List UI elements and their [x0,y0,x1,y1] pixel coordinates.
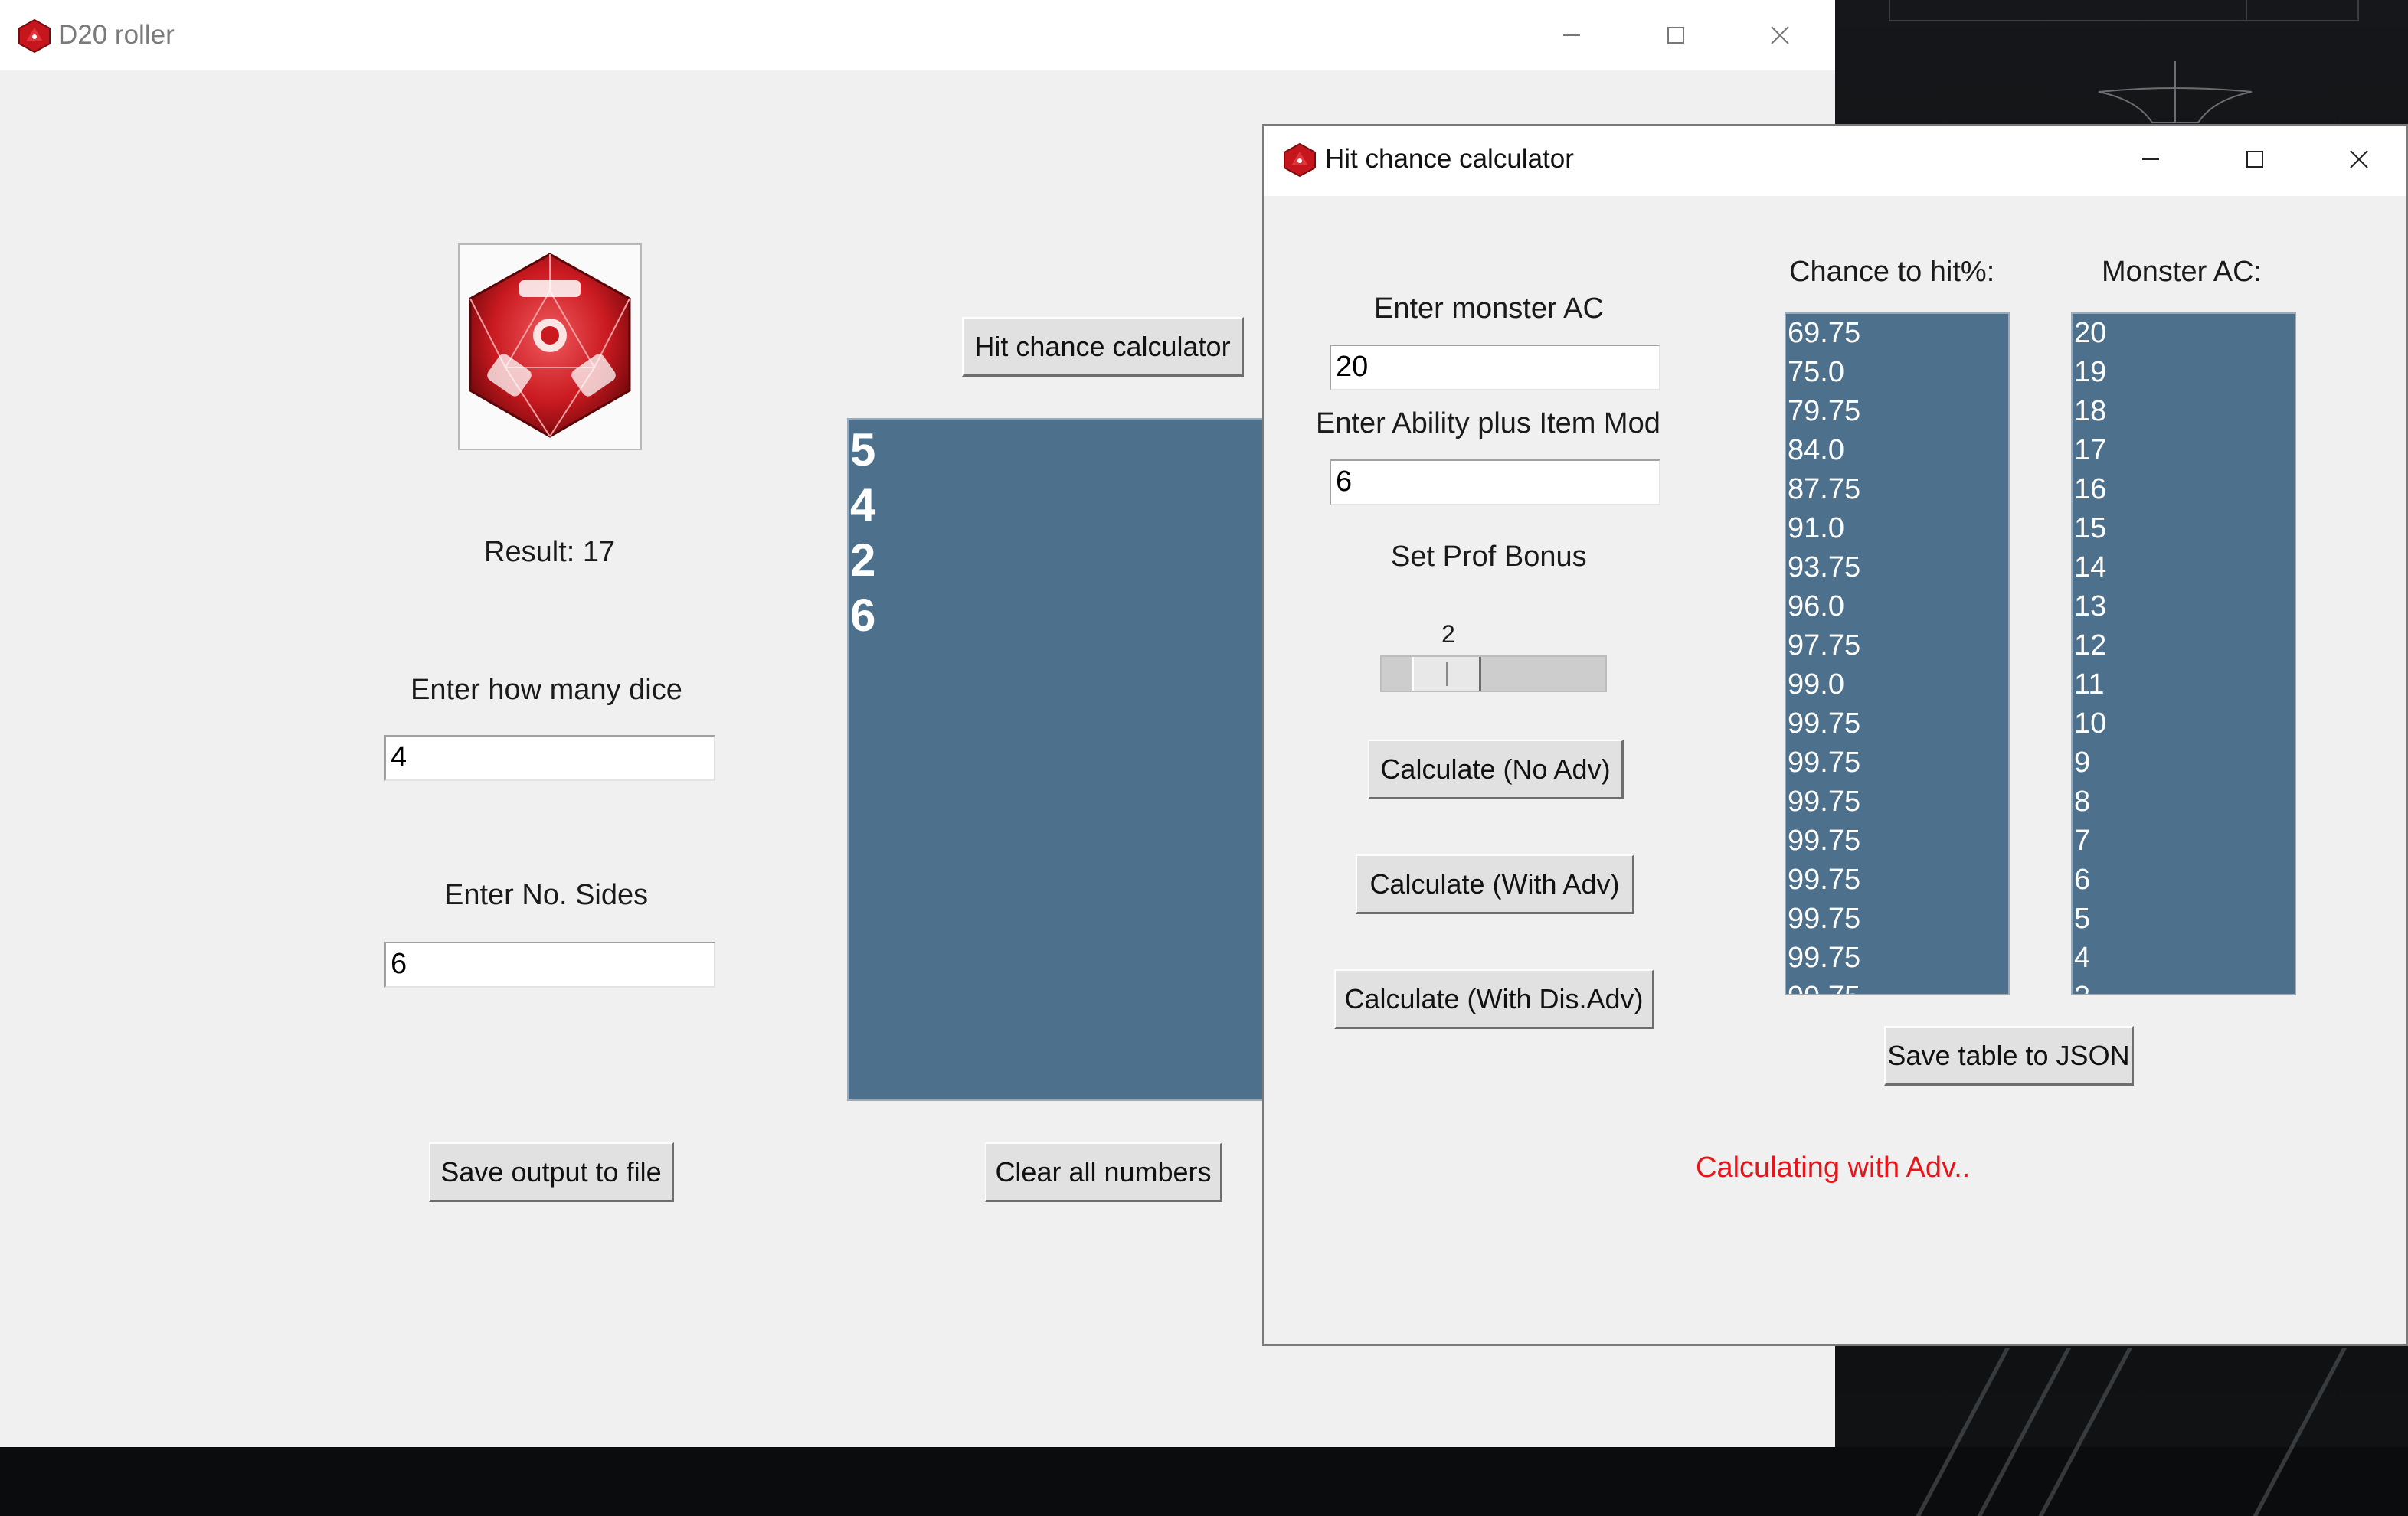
list-item[interactable]: 7 [2073,822,2295,861]
status-text: Calculating with Adv.. [1696,1152,1971,1184]
list-item[interactable]: 99.75 [1786,704,2008,743]
save-json-button[interactable]: Save table to JSON [1884,1026,2134,1086]
list-item[interactable]: 75.0 [1786,353,2008,392]
ac-list[interactable]: 20191817161514131211109876543 [2071,312,2296,995]
list-item[interactable]: 13 [2073,587,2295,626]
minimize-icon[interactable] [1549,12,1595,58]
d20-dice-icon [1284,142,1316,178]
list-item[interactable]: 99.75 [1786,743,2008,783]
list-item[interactable]: 14 [2073,548,2295,587]
list-item[interactable]: 93.75 [1786,548,2008,587]
list-item[interactable]: 99.75 [1786,861,2008,900]
list-item: 4 [850,479,876,531]
close-icon[interactable] [2336,136,2382,182]
list-item[interactable]: 8 [2073,783,2295,822]
list-item[interactable]: 91.0 [1786,509,2008,548]
list-item[interactable]: 87.75 [1786,470,2008,509]
monster-ac-input[interactable]: 20 [1330,345,1660,390]
window-title: D20 roller [58,20,175,50]
d20-dice-graphic [469,253,631,438]
hit-chance-window: Hit chance calculator Enter monster AC 2… [1262,124,2408,1346]
list-item[interactable]: 99.75 [1786,783,2008,822]
list-item: 6 [850,590,876,641]
ability-mod-input[interactable]: 6 [1330,459,1660,505]
list-item[interactable]: 15 [2073,509,2295,548]
list-item[interactable]: 97.75 [1786,626,2008,665]
list-item: 2 [850,534,876,586]
list-item[interactable]: 99.75 [1786,939,2008,978]
list-item[interactable]: 99.0 [1786,665,2008,704]
sides-label: Enter No. Sides [444,879,649,911]
d20-dice-image [458,243,642,450]
ac-header: Monster AC: [2102,256,2262,288]
calc-no-adv-button[interactable]: Calculate (No Adv) [1368,740,1624,799]
save-output-button[interactable]: Save output to file [429,1142,674,1202]
prof-bonus-slider[interactable] [1380,655,1607,692]
list-item[interactable]: 69.75 [1786,314,2008,353]
d20-dice-icon [18,18,51,54]
maximize-icon[interactable] [1653,12,1699,58]
list-item[interactable]: 11 [2073,665,2295,704]
list-item[interactable]: 19 [2073,353,2295,392]
monster-ac-label: Enter monster AC [1374,292,1604,325]
ability-mod-label: Enter Ability plus Item Mod [1316,407,1660,439]
dice-count-input[interactable]: 4 [384,735,715,781]
list-item[interactable]: 18 [2073,392,2295,431]
list-item[interactable]: 84.0 [1786,431,2008,470]
list-item[interactable]: 17 [2073,431,2295,470]
slider-handle[interactable] [1412,657,1481,691]
dice-count-label: Enter how many dice [411,674,682,706]
window-title: Hit chance calculator [1325,144,1574,174]
clear-numbers-button[interactable]: Clear all numbers [985,1142,1222,1202]
calc-dis-adv-button[interactable]: Calculate (With Dis.Adv) [1334,969,1654,1029]
list-item[interactable]: 6 [2073,861,2295,900]
title-bar[interactable]: D20 roller [0,0,1835,70]
dice-output-list[interactable]: 5 4 2 6 [847,418,1276,1101]
list-item[interactable]: 20 [2073,314,2295,353]
list-item[interactable]: 9 [2073,743,2295,783]
title-bar[interactable]: Hit chance calculator [1264,126,2406,196]
maximize-icon[interactable] [2232,136,2278,182]
list-item[interactable]: 96.0 [1786,587,2008,626]
sides-input[interactable]: 6 [384,942,715,988]
list-item[interactable]: 99.75 [1786,822,2008,861]
list-item[interactable]: 3 [2073,978,2295,994]
prof-bonus-label: Set Prof Bonus [1391,541,1587,573]
background-graphic [2098,61,2253,123]
background-toolbar-segment [2246,0,2357,20]
list-item[interactable]: 5 [2073,900,2295,939]
hit-chance-calculator-button[interactable]: Hit chance calculator [962,317,1244,377]
result-label: Result: 17 [484,536,616,568]
list-item[interactable]: 12 [2073,626,2295,665]
minimize-icon[interactable] [2128,136,2174,182]
list-item[interactable]: 4 [2073,939,2295,978]
list-item[interactable]: 99.75 [1786,978,2008,994]
list-item[interactable]: 79.75 [1786,392,2008,431]
list-item[interactable]: 10 [2073,704,2295,743]
prof-bonus-value: 2 [1441,620,1455,648]
list-item: 5 [850,424,876,475]
list-item[interactable]: 99.75 [1786,900,2008,939]
close-icon[interactable] [1757,12,1803,58]
chance-header: Chance to hit%: [1789,256,1995,288]
slider-grip [1446,662,1448,686]
list-item[interactable]: 16 [2073,470,2295,509]
calc-with-adv-button[interactable]: Calculate (With Adv) [1356,854,1634,914]
chance-list[interactable]: 69.75 75.0 79.75 84.0 87.75 91.0 93.75 96.0 97.7… [1785,312,2010,995]
